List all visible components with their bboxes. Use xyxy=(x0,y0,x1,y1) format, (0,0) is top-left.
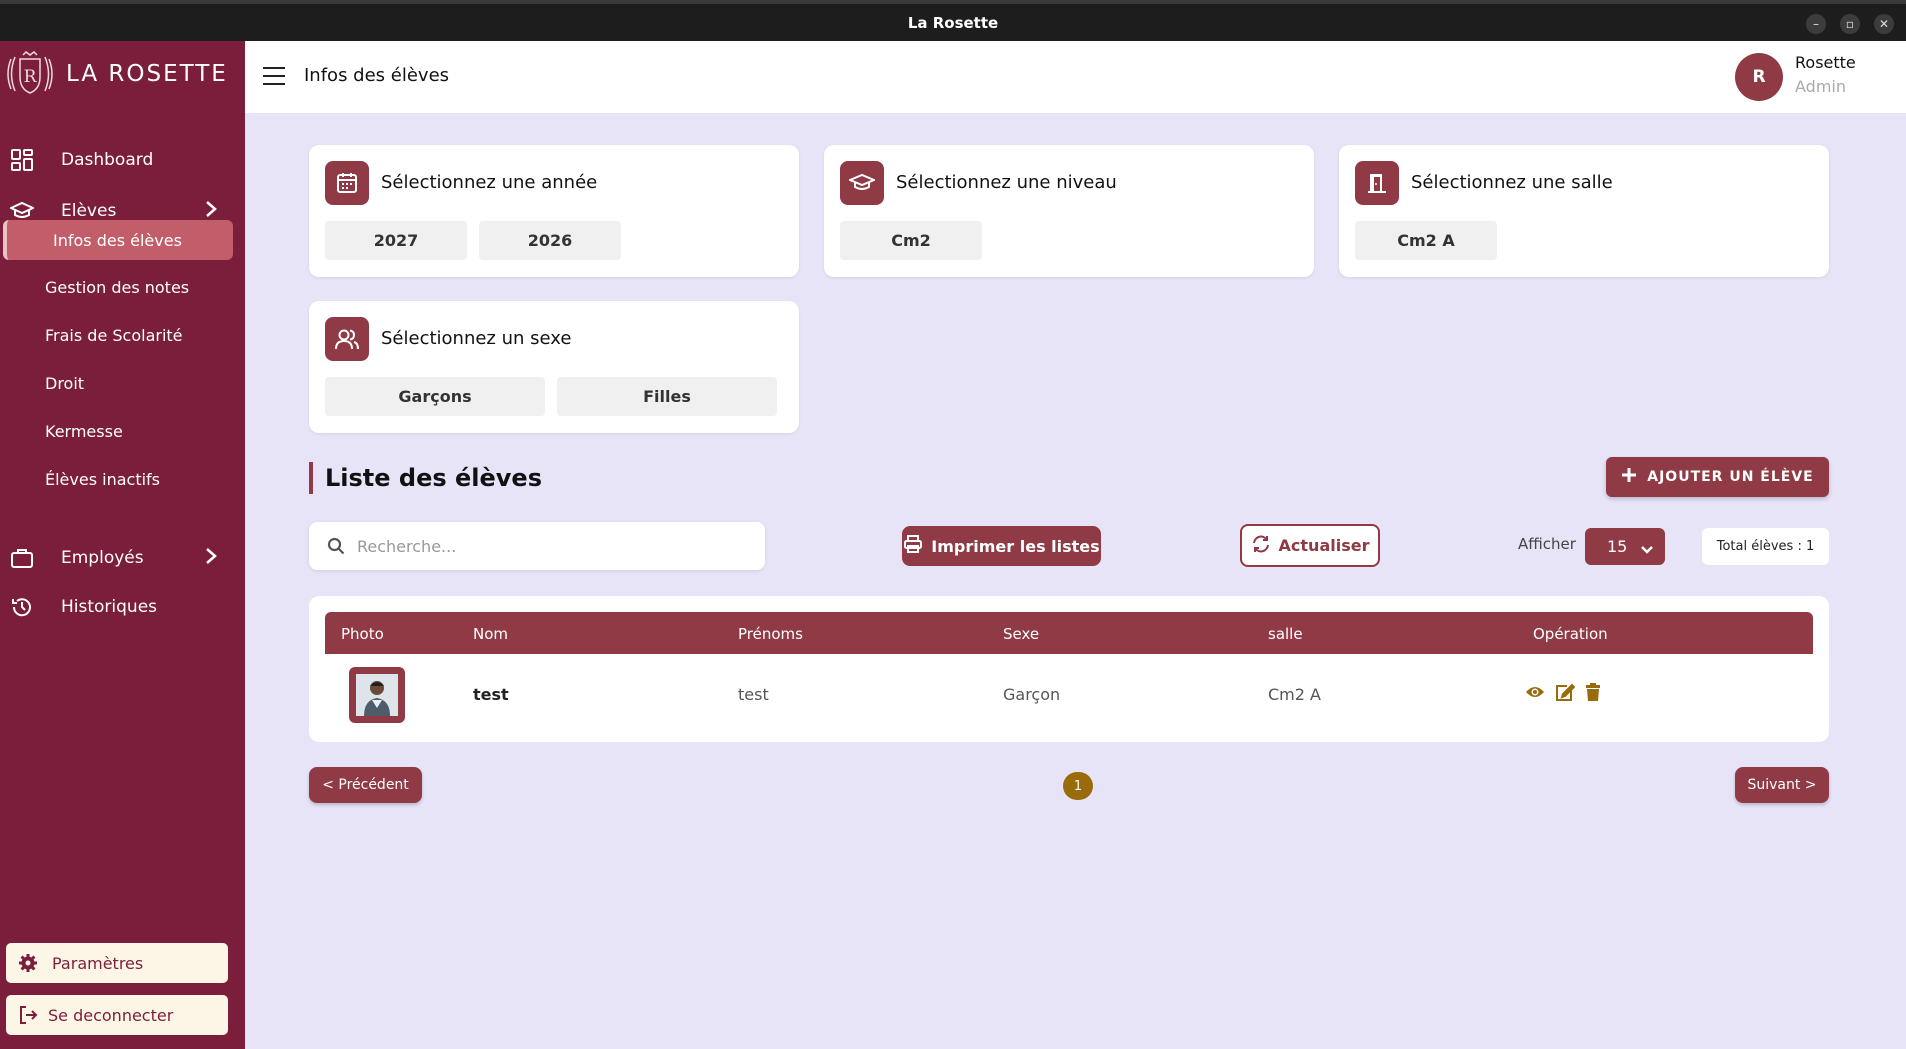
page-number-current[interactable]: 1 xyxy=(1063,772,1093,800)
filter-year-title: Sélectionnez une année xyxy=(381,172,598,193)
view-eye-icon[interactable] xyxy=(1525,683,1545,701)
dashboard-icon xyxy=(10,149,34,171)
brand[interactable]: R LA ROSETTE xyxy=(0,41,245,107)
cell-salle: Cm2 A xyxy=(1268,685,1321,704)
column-header-photo: Photo xyxy=(341,625,384,643)
sidebar-item-employes[interactable]: Employés xyxy=(0,538,245,578)
avatar[interactable]: R xyxy=(1735,53,1783,101)
brand-name: LA ROSETTE xyxy=(66,61,228,87)
students-table: Photo Nom Prénoms Sexe salle Opération t… xyxy=(309,596,1829,742)
column-header-nom: Nom xyxy=(473,625,509,643)
sex-option-filles[interactable]: Filles xyxy=(557,377,777,416)
rosette-logo-icon: R xyxy=(2,49,58,99)
sidebar-item-label: Elèves xyxy=(61,201,117,221)
filter-sex-title: Sélectionnez un sexe xyxy=(381,328,572,349)
window-titlebar: La Rosette – ▫ ✕ xyxy=(0,0,1906,41)
sex-option-garcons[interactable]: Garçons xyxy=(325,377,545,416)
chevron-right-icon xyxy=(205,547,217,570)
search-icon xyxy=(327,537,345,555)
next-page-button[interactable]: Suivant > xyxy=(1735,767,1829,803)
logout-button[interactable]: Se deconnecter xyxy=(6,995,228,1035)
minimize-button[interactable]: – xyxy=(1806,14,1826,34)
column-header-operation: Opération xyxy=(1533,625,1608,643)
graduation-cap-icon xyxy=(840,161,884,205)
sidebar-subitem-eleves-inactifs[interactable]: Élèves inactifs xyxy=(45,470,160,489)
sidebar-item-label: Employés xyxy=(61,548,144,568)
restore-button[interactable]: ▫ xyxy=(1840,14,1860,34)
page-size-label: Afficher xyxy=(1518,535,1576,553)
cell-sexe: Garçon xyxy=(1003,685,1061,704)
printer-icon xyxy=(903,534,923,558)
row-operations xyxy=(1525,683,1601,701)
plus-icon xyxy=(1621,467,1637,487)
briefcase-icon xyxy=(10,548,34,568)
svg-text:R: R xyxy=(24,67,38,87)
sidebar-subitem-kermesse[interactable]: Kermesse xyxy=(45,422,123,441)
users-icon xyxy=(325,317,369,361)
sidebar: R LA ROSETTE Dashboard Elèves Infos des … xyxy=(0,41,245,1049)
refresh-button[interactable]: Actualiser xyxy=(1240,524,1380,567)
sidebar-item-label: Historiques xyxy=(61,597,158,617)
history-icon xyxy=(10,596,34,618)
sidebar-item-label: Dashboard xyxy=(61,150,154,170)
add-student-button[interactable]: AJOUTER UN ÉLÈVE xyxy=(1606,457,1829,497)
room-option-cm2a[interactable]: Cm2 A xyxy=(1355,221,1497,260)
door-icon xyxy=(1355,161,1399,205)
level-option-cm2[interactable]: Cm2 xyxy=(840,221,982,260)
gear-icon xyxy=(18,953,40,973)
filter-room-title: Sélectionnez une salle xyxy=(1411,172,1613,193)
year-option-2026[interactable]: 2026 xyxy=(479,221,621,260)
column-header-prenoms: Prénoms xyxy=(738,625,803,643)
delete-trash-icon[interactable] xyxy=(1585,683,1601,701)
graduation-cap-icon xyxy=(10,201,34,221)
sidebar-item-dashboard[interactable]: Dashboard xyxy=(0,140,245,180)
filter-card-room: Sélectionnez une salle Cm2 A xyxy=(1339,145,1829,277)
cell-nom: test xyxy=(473,685,509,704)
filter-card-level: Sélectionnez une niveau Cm2 xyxy=(824,145,1314,277)
previous-page-button[interactable]: < Précédent xyxy=(309,767,422,803)
search-input[interactable] xyxy=(357,536,737,556)
search-box xyxy=(309,522,765,570)
sidebar-subitem-droit[interactable]: Droit xyxy=(45,374,84,393)
page-size-select[interactable]: 15 xyxy=(1585,528,1665,565)
user-name: Rosette xyxy=(1795,53,1856,72)
top-header: Infos des élèves R Rosette Admin xyxy=(245,41,1906,113)
print-lists-button[interactable]: Imprimer les listes xyxy=(902,526,1101,566)
list-title: Liste des élèves xyxy=(309,462,542,494)
filter-card-year: Sélectionnez une année 2027 2026 xyxy=(309,145,799,277)
refresh-icon xyxy=(1251,534,1271,558)
cell-prenoms: test xyxy=(738,685,769,704)
window-title: La Rosette xyxy=(907,13,999,32)
total-students-badge: Total élèves : 1 xyxy=(1702,528,1829,565)
column-header-sexe: Sexe xyxy=(1003,625,1040,643)
student-photo[interactable] xyxy=(349,667,405,723)
column-header-salle: salle xyxy=(1268,625,1303,643)
settings-button[interactable]: Paramètres xyxy=(6,943,228,983)
logout-icon xyxy=(18,1005,40,1025)
sidebar-item-historiques[interactable]: Historiques xyxy=(0,587,245,627)
add-student-label: AJOUTER UN ÉLÈVE xyxy=(1647,469,1814,485)
print-lists-label: Imprimer les listes xyxy=(931,536,1100,556)
calendar-icon xyxy=(325,161,369,205)
close-button[interactable]: ✕ xyxy=(1874,14,1894,34)
menu-toggle-icon[interactable] xyxy=(263,67,285,85)
chevron-down-icon xyxy=(1641,540,1653,559)
sidebar-subitem-frais-scolarite[interactable]: Frais de Scolarité xyxy=(45,326,183,345)
sidebar-subitem-gestion-notes[interactable]: Gestion des notes xyxy=(45,278,189,297)
page-size-value: 15 xyxy=(1607,537,1628,556)
filter-card-sex: Sélectionnez un sexe Garçons Filles xyxy=(309,301,799,433)
edit-icon[interactable] xyxy=(1555,683,1575,701)
filter-level-title: Sélectionnez une niveau xyxy=(896,172,1117,193)
refresh-label: Actualiser xyxy=(1278,536,1370,555)
logout-label: Se deconnecter xyxy=(48,1005,174,1025)
table-header: Photo Nom Prénoms Sexe salle Opération xyxy=(325,612,1813,654)
user-role: Admin xyxy=(1795,77,1846,96)
page-title: Infos des élèves xyxy=(304,65,450,86)
sidebar-subitem-infos-eleves[interactable]: Infos des élèves xyxy=(3,220,233,260)
settings-label: Paramètres xyxy=(52,953,144,973)
year-option-2027[interactable]: 2027 xyxy=(325,221,467,260)
